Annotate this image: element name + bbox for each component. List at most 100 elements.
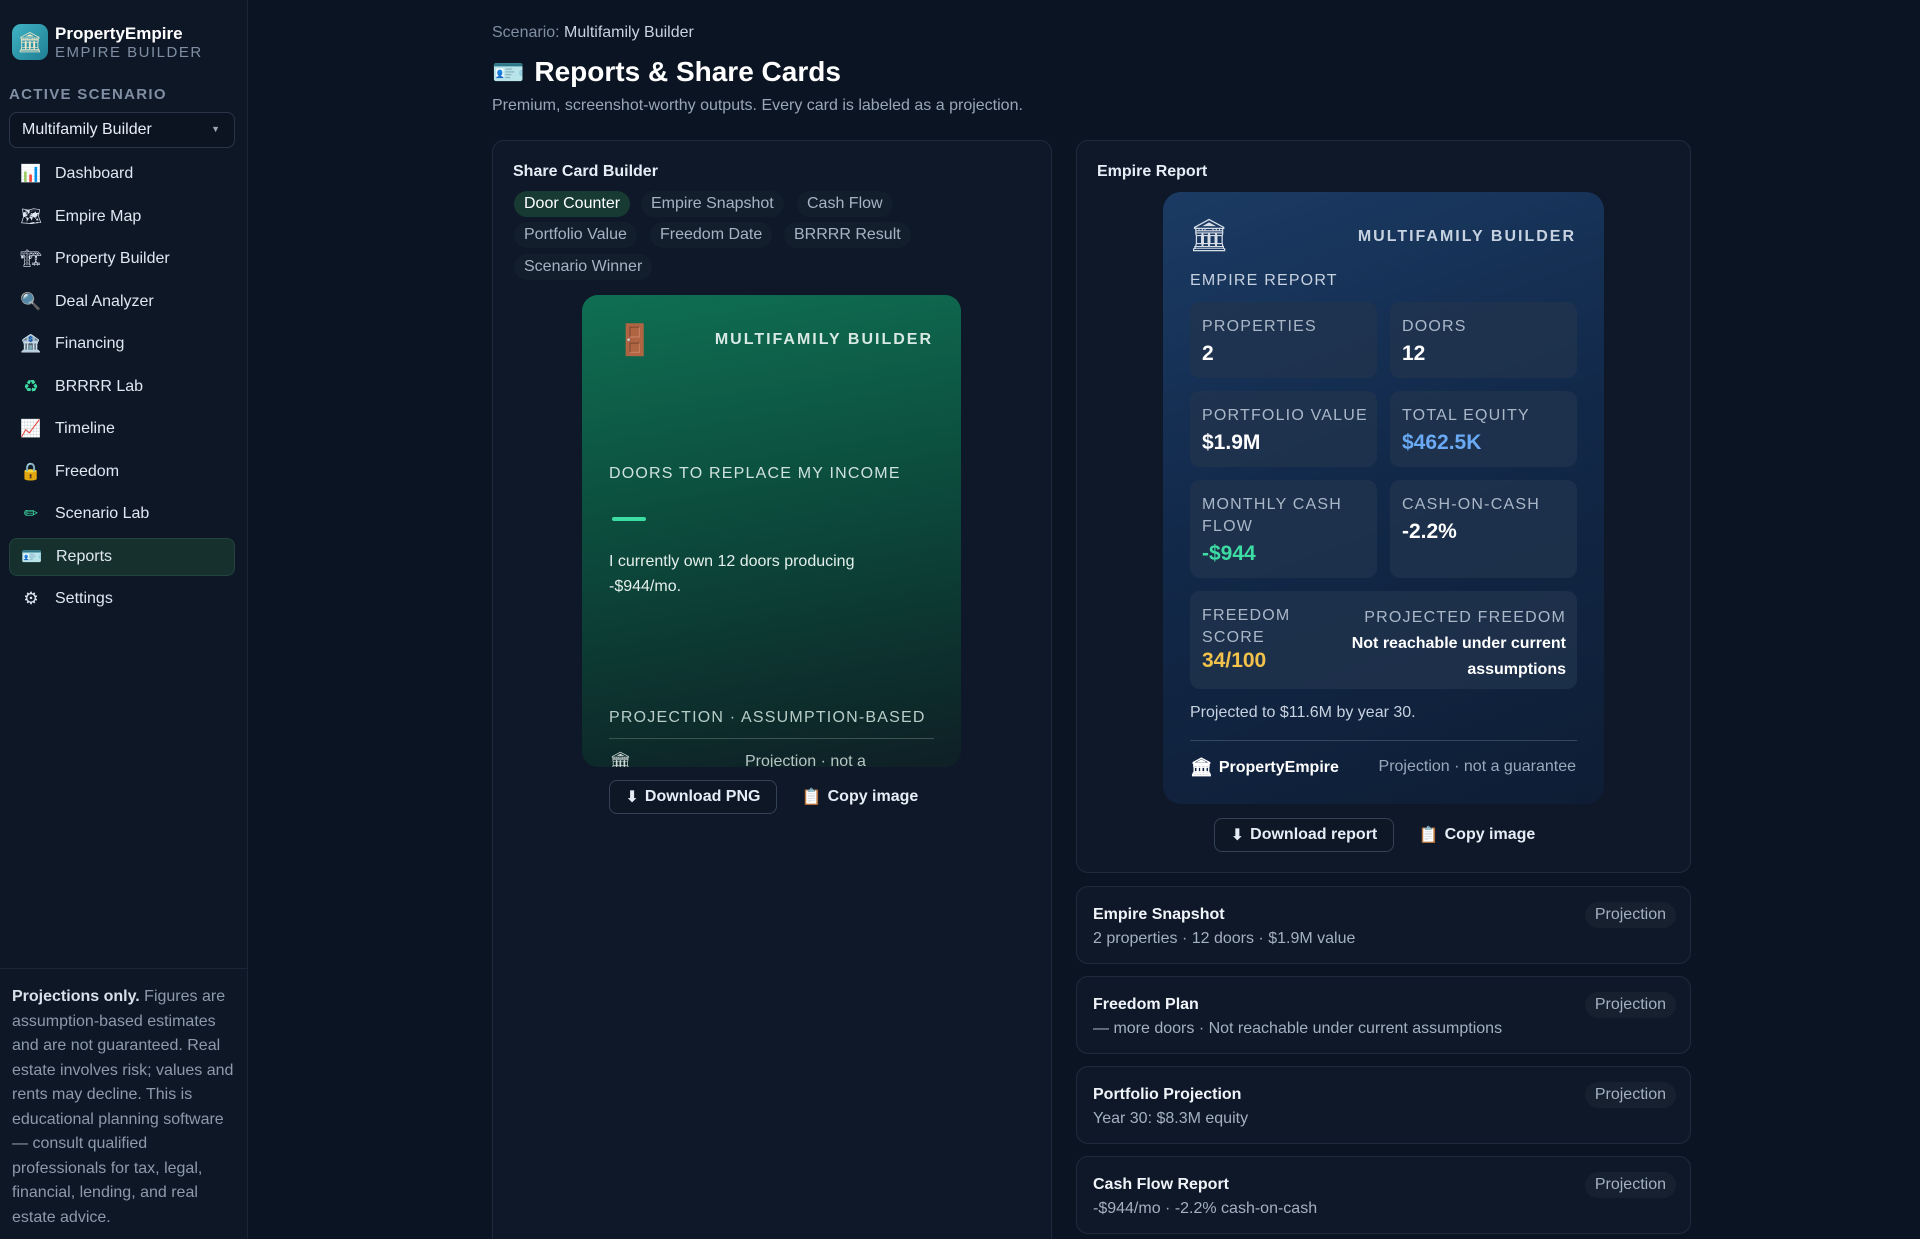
sidebar-item-label: Deal Analyzer bbox=[55, 292, 154, 310]
sidebar-item-dashboard[interactable]: 📊 Dashboard bbox=[9, 155, 235, 193]
chip-door-counter[interactable]: Door Counter bbox=[514, 191, 631, 217]
monthly-cash-flow-label-line-2: FLOW bbox=[1202, 518, 1254, 535]
projection-note: Projected to $11.6M by year 30. bbox=[1190, 704, 1416, 721]
properties-value: 2 bbox=[1202, 342, 1214, 365]
sidebar-nav: 📊 Dashboard 🗺 Empire Map 🏗 Property Buil… bbox=[9, 155, 235, 623]
breadcrumb-label: Scenario: bbox=[492, 24, 560, 41]
sidebar-item-label: Empire Map bbox=[55, 207, 142, 225]
share-card-body: I currently own 12 doors producing -$944… bbox=[609, 553, 855, 595]
share-card-footer-text: Projection · not a bbox=[745, 753, 866, 767]
door-icon: 🚪 bbox=[616, 324, 654, 357]
door-counter-share-card: 🚪 MULTIFAMILY BUILDER DOORS TO REPLACE M… bbox=[582, 295, 961, 767]
app-name: PropertyEmpire bbox=[55, 24, 183, 43]
report-card-scenario: MULTIFAMILY BUILDER bbox=[1357, 228, 1576, 245]
projected-freedom-value-line-1: Not reachable under current bbox=[1351, 635, 1566, 652]
download-png-label: Download PNG bbox=[644, 788, 761, 805]
download-png-button[interactable]: ⬇ Download PNG bbox=[609, 780, 777, 814]
sidebar-item-timeline[interactable]: 📈 Timeline bbox=[9, 410, 235, 448]
chip-portfolio-value[interactable]: Portfolio Value bbox=[514, 222, 637, 248]
report-list-title: Empire Snapshot bbox=[1093, 906, 1225, 923]
sidebar-item-label: Timeline bbox=[55, 420, 115, 437]
download-report-button[interactable]: ⬇ Download report bbox=[1214, 818, 1394, 852]
report-list-title: Portfolio Projection bbox=[1093, 1086, 1242, 1103]
empire-report-title: Empire Report bbox=[1097, 163, 1208, 180]
freedom-score-label: FREEDOM SCORE bbox=[1202, 605, 1290, 649]
freedom-score-tile: FREEDOM SCORE 34/100 PROJECTED FREEDOM N… bbox=[1190, 591, 1577, 689]
report-card-brand: 🏛 PropertyEmpire bbox=[1190, 757, 1339, 778]
download-icon: ⬇ bbox=[625, 789, 639, 806]
report-card-divider bbox=[1190, 740, 1577, 741]
sidebar-item-label: Financing bbox=[55, 335, 125, 352]
sidebar-item-freedom[interactable]: 🔒 Freedom bbox=[9, 453, 235, 491]
sidebar-item-label: Dashboard bbox=[55, 165, 134, 182]
copy-report-image-button[interactable]: 📋 Copy image bbox=[1415, 818, 1539, 852]
sidebar-item-scenario-lab[interactable]: ✏ Scenario Lab bbox=[9, 495, 235, 533]
sidebar-item-reports[interactable]: 🪪 Reports bbox=[9, 537, 235, 576]
copy-image-label: Copy image bbox=[827, 788, 919, 805]
scenario-select[interactable]: Multifamily Builder ▼ bbox=[9, 112, 235, 148]
total-equity-value: $462.5K bbox=[1402, 431, 1482, 454]
pencil-icon: ✏ bbox=[23, 504, 39, 523]
monthly-cash-flow-tile: MONTHLY CASH FLOW -$944 bbox=[1190, 480, 1377, 578]
chip-brrrr-result[interactable]: BRRRR Result bbox=[784, 222, 911, 248]
sidebar: 🏛 PropertyEmpire EMPIRE BUILDER ACTIVE S… bbox=[0, 0, 248, 1239]
sidebar-item-label: BRRRR Lab bbox=[55, 377, 144, 395]
report-list-item-freedom-plan[interactable]: Freedom Plan — more doors · Not reachabl… bbox=[1076, 976, 1691, 1054]
download-report-label: Download report bbox=[1250, 826, 1378, 843]
cash-on-cash-label: CASH-ON-CASH bbox=[1402, 496, 1540, 513]
monthly-cash-flow-label-line-1: MONTHLY CASH bbox=[1202, 496, 1343, 513]
report-list-item-empire-snapshot[interactable]: Empire Snapshot 2 properties · 12 doors … bbox=[1076, 886, 1691, 964]
report-list-subtitle: Year 30: $8.3M equity bbox=[1093, 1110, 1249, 1127]
page-title-row: 🪪 Reports & Share Cards bbox=[492, 56, 841, 88]
sidebar-item-property-builder[interactable]: 🏗 Property Builder bbox=[9, 240, 235, 278]
app-subtitle: EMPIRE BUILDER bbox=[55, 43, 203, 61]
id-card-icon: 🪪 bbox=[21, 546, 43, 566]
sidebar-item-label: Freedom bbox=[55, 462, 120, 480]
share-card-divider bbox=[609, 738, 934, 739]
download-icon: ⬇ bbox=[1230, 827, 1245, 844]
projection-badge: Projection bbox=[1584, 1082, 1676, 1108]
sidebar-item-financing[interactable]: 🏦 Financing bbox=[9, 325, 235, 363]
portfolio-value: $1.9M bbox=[1202, 431, 1261, 454]
chip-empire-snapshot[interactable]: Empire Snapshot bbox=[641, 191, 784, 217]
page-subtitle: Premium, screenshot-worthy outputs. Ever… bbox=[492, 97, 1023, 114]
monthly-cash-flow-label: MONTHLY CASH FLOW bbox=[1202, 494, 1342, 538]
bank-icon: 🏛 bbox=[1189, 217, 1230, 253]
report-list-item-cash-flow-report[interactable]: Cash Flow Report -$944/mo · -2.2% cash-o… bbox=[1076, 1156, 1691, 1234]
disclaimer-text: Figures are assumption-based estimates a… bbox=[12, 988, 234, 1226]
total-equity-tile: TOTAL EQUITY $462.5K bbox=[1390, 391, 1577, 467]
portfolio-value-tile: PORTFOLIO VALUE $1.9M bbox=[1190, 391, 1377, 467]
chip-scenario-winner[interactable]: Scenario Winner bbox=[514, 254, 653, 280]
doors-label: DOORS bbox=[1402, 318, 1467, 335]
doors-value: 12 bbox=[1402, 342, 1426, 365]
map-icon: 🗺 bbox=[20, 206, 42, 226]
cash-on-cash-value: -2.2% bbox=[1402, 520, 1457, 543]
projected-freedom-value-line-2: assumptions bbox=[1467, 661, 1566, 678]
chip-freedom-date[interactable]: Freedom Date bbox=[650, 222, 773, 248]
sidebar-item-brrrr-lab[interactable]: ♻ BRRRR Lab bbox=[9, 368, 235, 406]
report-list-item-portfolio-projection[interactable]: Portfolio Projection Year 30: $8.3M equi… bbox=[1076, 1066, 1691, 1144]
sidebar-item-label: Settings bbox=[55, 590, 113, 607]
copy-image-button[interactable]: 📋 Copy image bbox=[798, 780, 922, 814]
scenario-select-value: Multifamily Builder bbox=[22, 121, 152, 138]
projected-freedom: PROJECTED FREEDOM Not reachable under cu… bbox=[1352, 605, 1566, 683]
sidebar-item-settings[interactable]: ⚙ Settings bbox=[9, 580, 235, 618]
trend-chart-icon: 📈 bbox=[20, 419, 42, 438]
properties-label: PROPERTIES bbox=[1202, 318, 1317, 335]
share-card-scenario: MULTIFAMILY BUILDER bbox=[714, 331, 933, 348]
lock-icon: 🔒 bbox=[20, 461, 42, 481]
report-list-subtitle: 2 properties · 12 doors · $1.9M value bbox=[1093, 930, 1356, 947]
projection-disclaimer: Projections only. Figures are assumption… bbox=[0, 968, 248, 1230]
brand[interactable]: 🏛 PropertyEmpire EMPIRE BUILDER bbox=[12, 24, 203, 61]
chip-cash-flow[interactable]: Cash Flow bbox=[797, 191, 893, 217]
clipboard-icon: 📋 bbox=[801, 789, 822, 806]
report-list-subtitle: -$944/mo · -2.2% cash-on-cash bbox=[1093, 1200, 1318, 1217]
report-list-subtitle: — more doors · Not reachable under curre… bbox=[1093, 1020, 1503, 1037]
report-card-disclaimer: Projection · not a guarantee bbox=[1378, 758, 1576, 775]
sidebar-item-deal-analyzer[interactable]: 🔍 Deal Analyzer bbox=[9, 283, 235, 321]
properties-tile: PROPERTIES 2 bbox=[1190, 302, 1377, 378]
portfolio-value-label: PORTFOLIO VALUE bbox=[1202, 407, 1368, 424]
active-scenario-label: ACTIVE SCENARIO bbox=[9, 86, 167, 103]
disclaimer-bold: Projections only. bbox=[12, 988, 140, 1005]
sidebar-item-empire-map[interactable]: 🗺 Empire Map bbox=[9, 198, 235, 236]
